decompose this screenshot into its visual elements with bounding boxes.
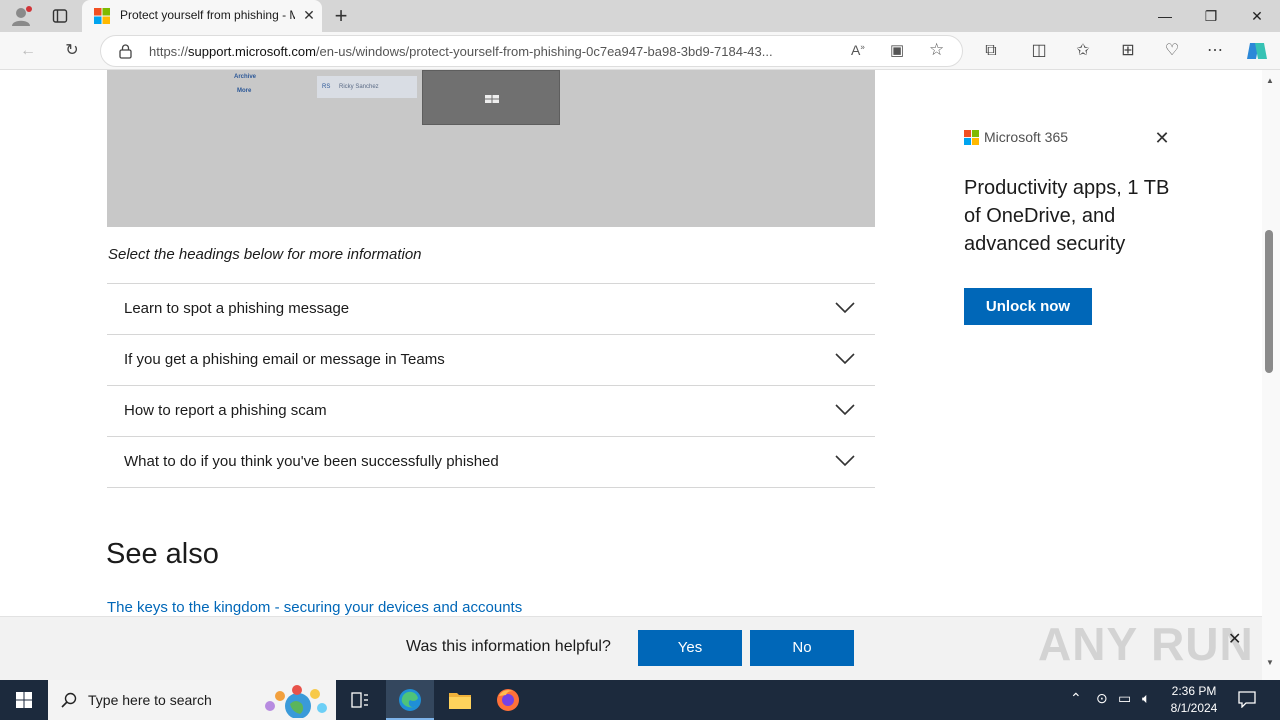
copilot-icon[interactable] [1245, 39, 1269, 63]
hero-user-initials: RS [322, 84, 331, 90]
edge-taskbar-icon[interactable] [386, 680, 434, 720]
hero-more-label: More [237, 88, 252, 94]
taskbar-search[interactable]: Type here to search [48, 680, 336, 720]
network-icon[interactable]: ▭ [1118, 690, 1131, 707]
tab-title: Protect yourself from phishing - Microso… [120, 8, 295, 22]
new-tab-icon[interactable]: + [330, 4, 352, 28]
accordion-successfully-phished[interactable]: What to do if you think you've been succ… [107, 436, 875, 487]
task-view-icon[interactable] [336, 680, 384, 720]
feedback-bar: ANY RUN Was this information helpful? Ye… [0, 616, 1262, 680]
refresh-icon[interactable]: ↻ [58, 38, 86, 64]
minimize-icon[interactable]: — [1142, 0, 1188, 32]
microsoft-logo-icon [964, 130, 979, 145]
tab-active[interactable]: Protect yourself from phishing - Microso… [82, 0, 322, 32]
chevron-down-icon [835, 455, 855, 467]
accordion-spot-phishing[interactable]: Learn to spot a phishing message [107, 283, 875, 334]
extensions-icon[interactable]: ⧉ [977, 38, 1005, 64]
windows-logo-icon [485, 95, 499, 103]
file-explorer-icon[interactable] [436, 680, 484, 720]
see-also-link[interactable]: The keys to the kingdom - securing your … [107, 599, 522, 616]
back-icon[interactable]: ← [14, 38, 42, 64]
restore-icon[interactable]: ❐ [1188, 0, 1234, 32]
windows-start-icon [16, 692, 32, 708]
feedback-no-button[interactable]: No [750, 630, 854, 666]
notifications-icon[interactable] [1238, 690, 1256, 709]
feedback-question: Was this information helpful? [406, 638, 611, 655]
address-bar[interactable]: https://support.microsoft.com/en-us/wind… [100, 35, 963, 67]
show-hidden-icons[interactable]: ⌃ [1070, 690, 1082, 707]
hero-image: Archive More RS Ricky Sanchez [107, 70, 875, 227]
ad-close-icon[interactable]: ✕ [1153, 128, 1171, 149]
lock-icon [119, 44, 132, 59]
settings-more-icon[interactable]: ⋯ [1201, 38, 1229, 64]
favorite-star-icon[interactable]: ☆ [929, 40, 944, 60]
unlock-now-button[interactable]: Unlock now [964, 288, 1092, 325]
tab-actions-icon[interactable] [52, 8, 68, 24]
start-button[interactable] [0, 680, 48, 720]
accordion-report-scam[interactable]: How to report a phishing scam [107, 385, 875, 436]
scrollbar-thumb[interactable] [1265, 230, 1273, 373]
search-placeholder: Type here to search [88, 692, 212, 708]
section-intro: Select the headings below for more infor… [108, 246, 422, 263]
feedback-yes-button[interactable]: Yes [638, 630, 742, 666]
chevron-down-icon [835, 404, 855, 416]
split-screen-icon[interactable]: ◫ [1025, 38, 1053, 64]
accordion-teams[interactable]: If you get a phishing email or message i… [107, 334, 875, 385]
favorites-icon[interactable]: ✩ [1069, 38, 1097, 64]
see-also-heading: See also [106, 538, 219, 570]
profile-icon[interactable] [10, 6, 32, 26]
collections-icon[interactable]: ⊞ [1114, 38, 1142, 64]
clock-time: 2:36 PM [1171, 684, 1217, 698]
accordion-label: If you get a phishing email or message i… [124, 351, 445, 368]
immersive-reader-icon[interactable]: ▣ [890, 41, 904, 59]
accordion-divider [107, 487, 875, 488]
volume-icon[interactable]: 🔈︎ [1142, 690, 1150, 707]
url-text: https://support.microsoft.com/en-us/wind… [149, 44, 773, 59]
web-page: Archive More RS Ricky Sanchez Select the… [0, 70, 1262, 680]
hero-user-name: Ricky Sanchez [339, 84, 379, 90]
edge-tray-icon[interactable]: ⊙ [1096, 690, 1108, 707]
feedback-close-icon[interactable]: ✕ [1228, 629, 1241, 649]
hero-archive-label: Archive [234, 74, 257, 80]
close-window-icon[interactable]: ✕ [1234, 0, 1280, 32]
ad-text: Productivity apps, 1 TB of OneDrive, and… [964, 177, 1170, 255]
page-scrollbar[interactable]: ▲ ▼ [1262, 70, 1280, 680]
chevron-down-icon [835, 353, 855, 365]
browser-toolbar: ← ↻ https://support.microsoft.com/en-us/… [0, 32, 1280, 70]
chevron-down-icon [835, 302, 855, 314]
scroll-down-icon[interactable]: ▼ [1266, 658, 1274, 667]
read-aloud-icon[interactable]: A» [851, 42, 865, 58]
search-highlight-icon [265, 685, 327, 718]
scroll-up-icon[interactable]: ▲ [1266, 76, 1274, 85]
clock-date: 8/1/2024 [1170, 701, 1218, 715]
browser-essentials-icon[interactable]: ♡ [1158, 38, 1186, 64]
accordion-label: Learn to spot a phishing message [124, 300, 350, 317]
browser-titlebar: Protect yourself from phishing - Microso… [0, 0, 1280, 32]
tab-close-icon[interactable]: ✕ [300, 6, 318, 24]
hero-dark-panel [422, 70, 560, 125]
search-icon [61, 692, 77, 708]
anyrun-watermark: ANY RUN [1038, 618, 1254, 670]
accordion-label: How to report a phishing scam [124, 402, 327, 419]
microsoft-logo-icon [94, 8, 110, 24]
hero-user-chip: RS Ricky Sanchez [317, 76, 417, 98]
firefox-icon[interactable] [484, 680, 532, 720]
windows-taskbar: Type here to search ⌃ ⊙ ▭ 🔈︎ 2:36 PM 8/1… [0, 680, 1280, 720]
ad-brand: Microsoft 365 [984, 129, 1069, 145]
accordion-label: What to do if you think you've been succ… [124, 453, 499, 470]
taskbar-clock[interactable]: 2:36 PM 8/1/2024 [1170, 683, 1218, 717]
